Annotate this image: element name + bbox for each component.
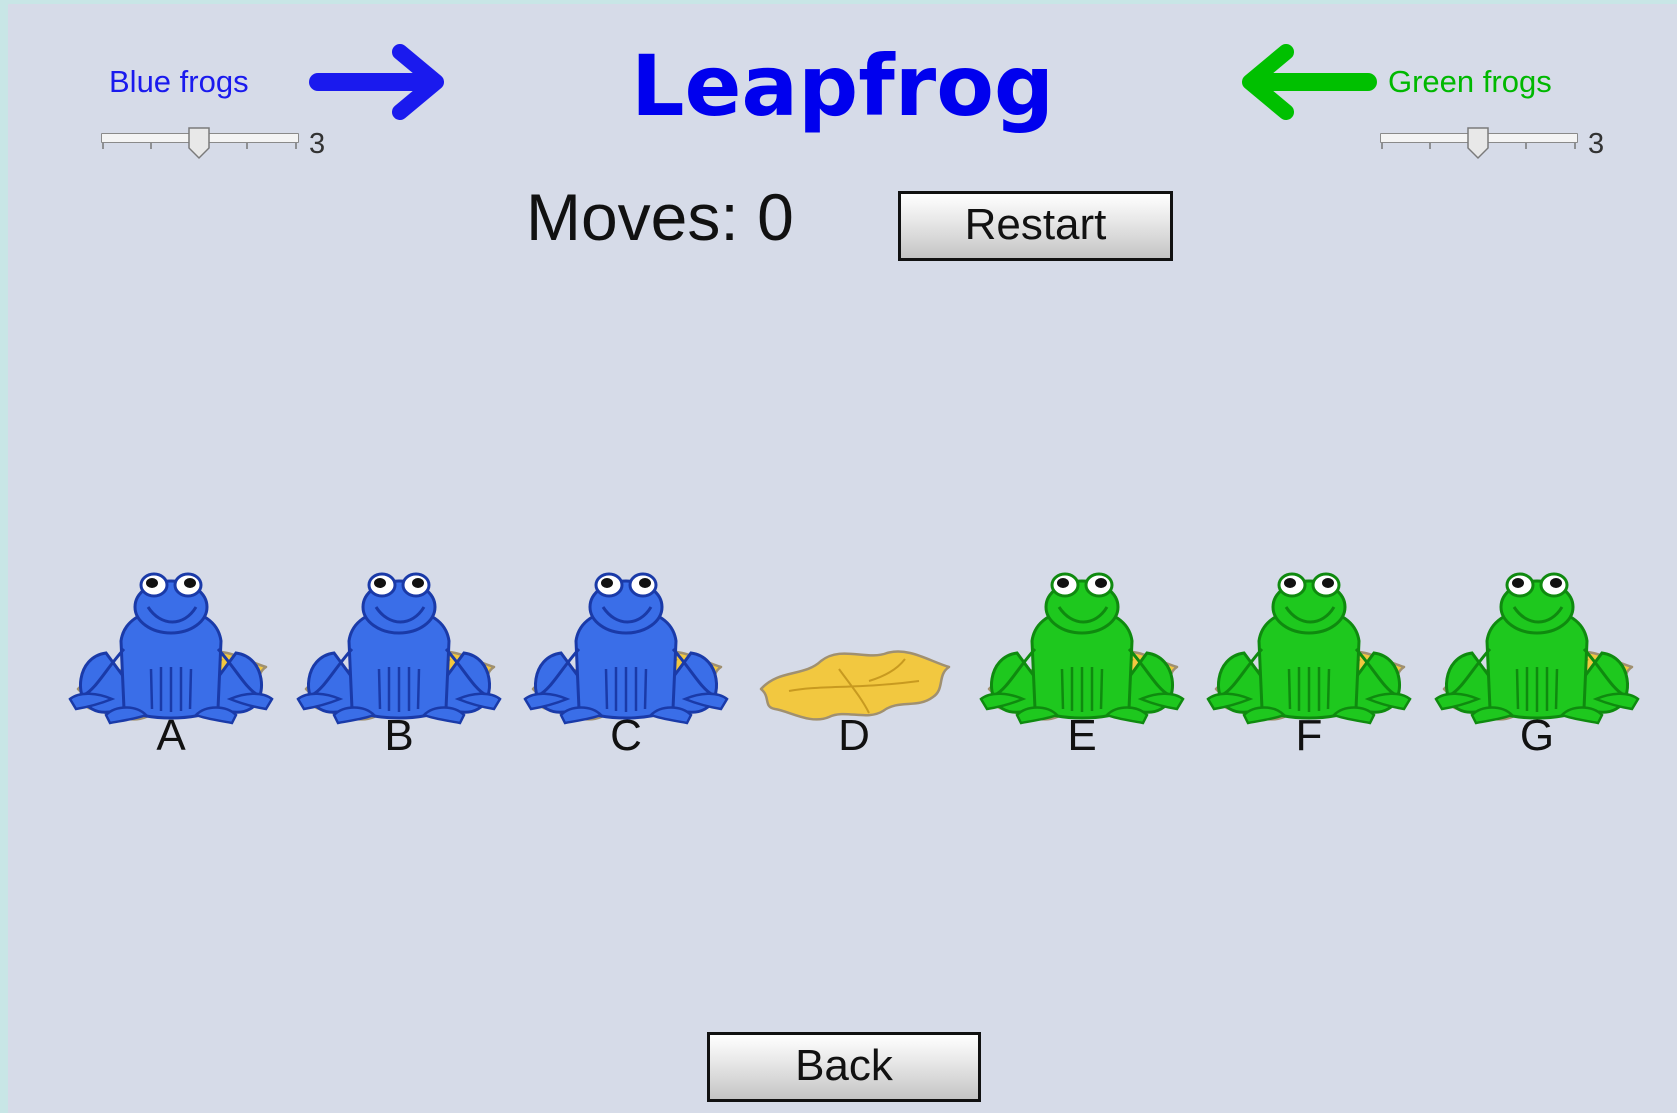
lily-pad-label: A bbox=[156, 711, 186, 760]
blue-frogs-count: 3 bbox=[309, 128, 326, 160]
restart-button[interactable]: Restart bbox=[898, 191, 1173, 261]
slider-thumb[interactable] bbox=[187, 126, 211, 160]
lily-pad-label: F bbox=[1295, 711, 1323, 760]
blue-frogs-slider[interactable]: 3 bbox=[101, 126, 331, 162]
green-frog-icon bbox=[979, 572, 1185, 725]
lily-pad-label: E bbox=[1067, 711, 1097, 760]
blue-frog-icon bbox=[296, 572, 502, 725]
lily-pad-leaf-icon bbox=[759, 650, 951, 721]
green-frog-icon bbox=[1206, 572, 1412, 725]
green-frog-icon bbox=[1434, 572, 1640, 725]
green-frogs-count: 3 bbox=[1588, 128, 1605, 160]
lily-pad-label: B bbox=[384, 711, 414, 760]
slider-thumb[interactable] bbox=[1466, 126, 1490, 160]
back-button[interactable]: Back bbox=[707, 1032, 981, 1102]
right-arrow-icon bbox=[309, 44, 444, 120]
blue-frog-icon bbox=[68, 572, 274, 725]
lily-pad-label: D bbox=[838, 711, 870, 760]
game-area: Leapfrog Blue frogs 3 Green frogs 3 Move… bbox=[8, 4, 1677, 1113]
blue-frog-icon bbox=[523, 572, 729, 725]
green-frogs-slider[interactable]: 3 bbox=[1380, 126, 1610, 162]
moves-counter: Moves: 0 bbox=[526, 180, 794, 254]
lily-pad-label: C bbox=[610, 711, 642, 760]
green-frogs-label: Green frogs bbox=[1388, 64, 1552, 99]
left-arrow-icon bbox=[1242, 44, 1377, 120]
lily-pad-label: G bbox=[1519, 711, 1555, 760]
blue-frogs-label: Blue frogs bbox=[109, 64, 249, 99]
